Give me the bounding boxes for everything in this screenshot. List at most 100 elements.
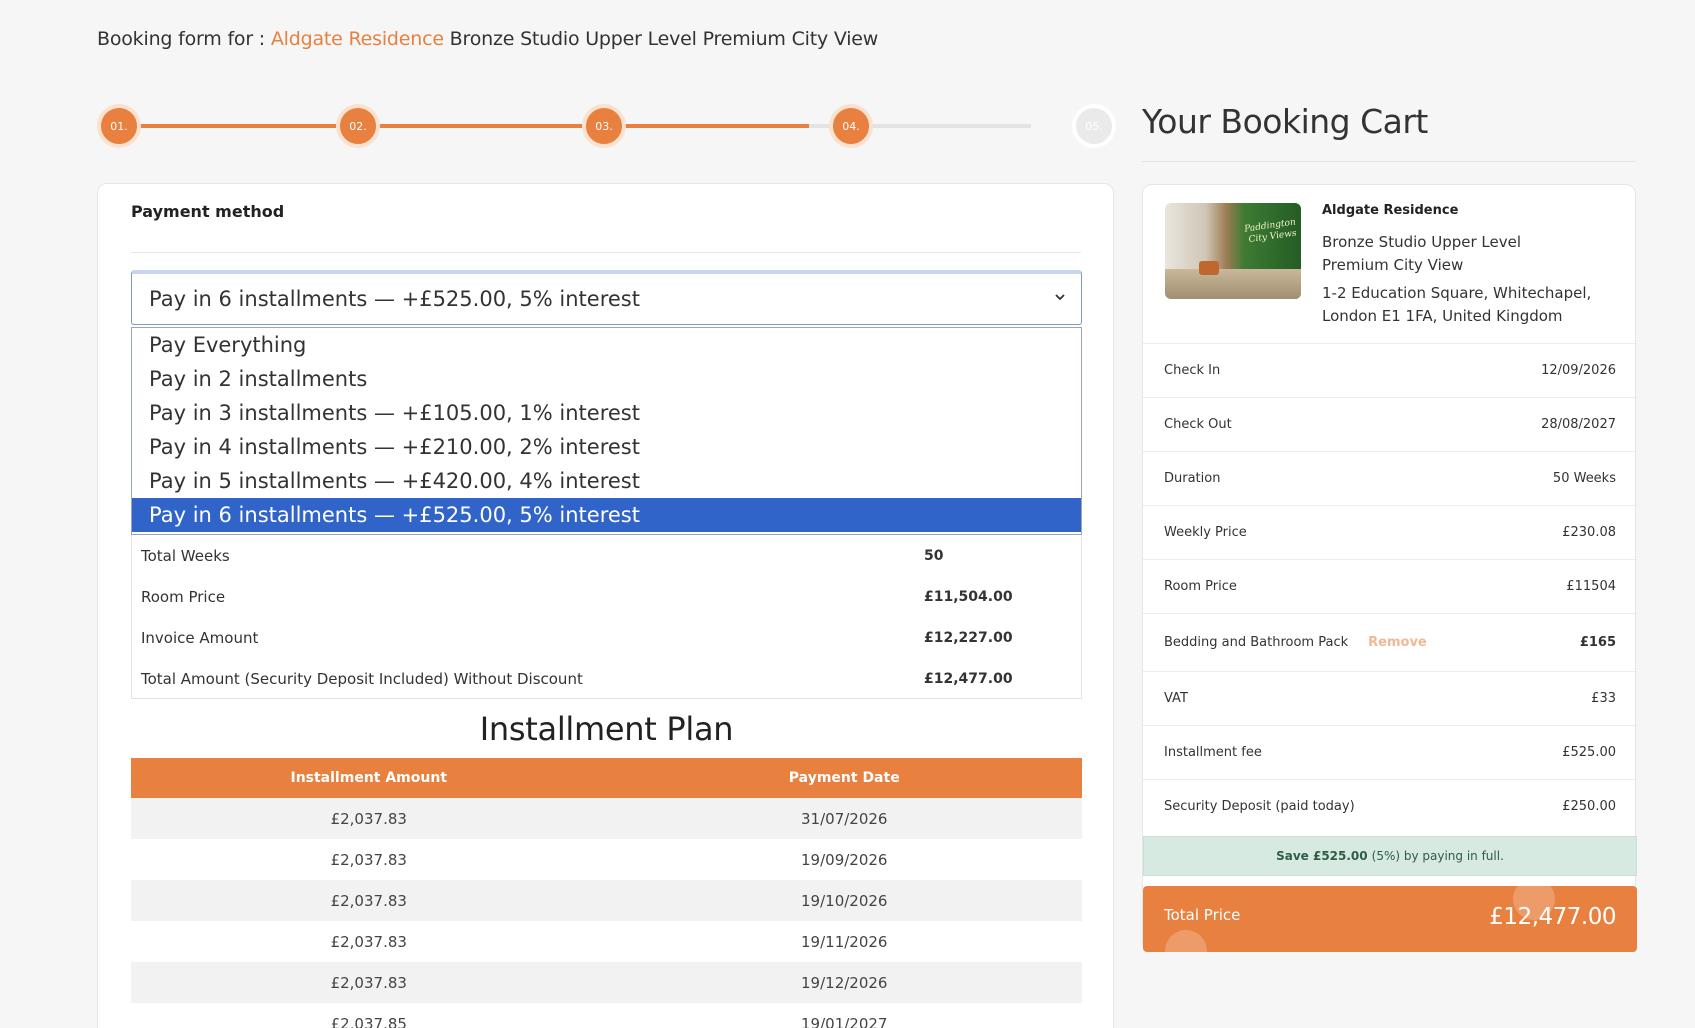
cart-row-label: VAT — [1164, 691, 1188, 706]
heading-room: Bronze Studio Upper Level Premium City V… — [443, 28, 879, 50]
summary-row: Total Amount (Security Deposit Included)… — [132, 658, 1081, 699]
total-price-value: £12,477.00 — [1489, 904, 1616, 930]
summary-value: £11,504.00 — [924, 588, 1013, 605]
cart-row-value: £33 — [1591, 691, 1616, 706]
save-amount: Save £525.00 — [1276, 849, 1368, 863]
payment-method-options: Pay Everything Pay in 2 installments Pay… — [131, 327, 1082, 535]
cart-row-value: 50 Weeks — [1552, 471, 1616, 486]
payment-method-selected: Pay in 6 installments — +£525.00, 5% int… — [149, 287, 640, 311]
payment-option[interactable]: Pay Everything — [132, 328, 1081, 362]
heading-prefix: Booking form for : — [97, 28, 271, 50]
booking-cart: Paddington City Views Aldgate Residence … — [1142, 184, 1637, 952]
cart-row-label: Duration — [1164, 471, 1221, 486]
thumbnail-sign: Paddington City Views — [1243, 217, 1298, 246]
summary-label: Room Price — [141, 587, 226, 606]
step-5[interactable]: 05. — [1072, 104, 1116, 148]
cart-residence-name: Aldgate Residence — [1322, 203, 1459, 218]
cart-row-value: £250.00 — [1562, 799, 1616, 814]
payment-option[interactable]: Pay in 3 installments — +£105.00, 1% int… — [132, 396, 1081, 430]
chevron-down-icon — [1055, 294, 1065, 301]
cart-row-label: Room Price — [1164, 579, 1237, 594]
payment-date: 19/12/2026 — [801, 973, 888, 992]
step-3[interactable]: 03. — [582, 104, 626, 148]
step-2[interactable]: 02. — [336, 104, 380, 148]
installment-amount: £2,037.85 — [330, 1014, 407, 1028]
cart-row-label: Check In — [1164, 363, 1221, 378]
save-notice: Save £525.00 (5%) by paying in full. — [1143, 836, 1637, 876]
payment-date: 31/07/2026 — [801, 809, 888, 828]
installment-plan-table: Installment Amount Payment Date £2,037.8… — [131, 758, 1082, 1028]
cart-row-installment-fee: Installment fee £525.00 — [1143, 725, 1637, 779]
summary-value: 50 — [924, 547, 944, 564]
cart-title-divider — [1142, 161, 1636, 162]
installment-amount: £2,037.83 — [330, 973, 407, 992]
cart-row-check-in: Check In 12/09/2026 — [1143, 343, 1637, 397]
cart-row-label: Installment fee — [1164, 745, 1262, 760]
page-heading: Booking form for : Aldgate Residence Bro… — [97, 28, 878, 50]
cart-row-label: Security Deposit (paid today) — [1164, 799, 1355, 814]
installment-plan-title: Installment Plan — [479, 710, 734, 748]
table-row: £2,037.83 19/12/2026 — [131, 962, 1082, 1003]
cart-row-vat: VAT £33 — [1143, 671, 1637, 725]
cart-address: 1-2 Education Square, Whitechapel, Londo… — [1322, 284, 1592, 325]
step-1[interactable]: 01. — [97, 104, 141, 148]
summary-label: Total Weeks — [141, 546, 230, 565]
total-price-box: Total Price £12,477.00 — [1143, 886, 1637, 952]
booking-stepper: 01. 02. 03. 04. 05. — [97, 104, 1116, 148]
payment-date: 19/09/2026 — [801, 850, 888, 869]
payment-date: 19/01/2027 — [801, 1014, 888, 1028]
table-row: £2,037.83 31/07/2026 — [131, 798, 1082, 839]
cart-row-value: £165 — [1579, 635, 1616, 650]
step-4[interactable]: 04. — [829, 104, 873, 148]
payment-date: 19/10/2026 — [801, 891, 888, 910]
summary-row: Total Weeks 50 — [132, 535, 1081, 576]
room-thumbnail: Paddington City Views — [1165, 203, 1301, 299]
payment-method-select[interactable]: Pay in 6 installments — +£525.00, 5% int… — [131, 270, 1082, 325]
payment-option[interactable]: Pay in 4 installments — +£210.00, 2% int… — [132, 430, 1081, 464]
summary-label: Total Amount (Security Deposit Included)… — [141, 669, 583, 688]
remove-bedding-button[interactable]: Remove — [1368, 635, 1427, 650]
installment-amount: £2,037.83 — [330, 891, 407, 910]
cart-row-value: £230.08 — [1562, 525, 1616, 540]
total-price-label: Total Price — [1164, 906, 1241, 924]
cart-title: Your Booking Cart — [1142, 102, 1428, 141]
installment-amount: £2,037.83 — [330, 932, 407, 951]
table-header: Installment Amount Payment Date — [131, 758, 1082, 798]
cart-row-label: Weekly Price — [1164, 525, 1247, 540]
cart-details: Check In 12/09/2026 Check Out 28/08/2027 D… — [1143, 343, 1637, 833]
cart-row-room-price: Room Price £11504 — [1143, 559, 1637, 613]
cart-row-value: £525.00 — [1562, 745, 1616, 760]
save-text: (5%) by paying in full. — [1371, 849, 1504, 863]
summary-value: £12,477.00 — [924, 670, 1013, 687]
installment-amount: £2,037.83 — [330, 850, 407, 869]
cart-row-bedding-pack: Bedding and Bathroom Pack Remove £165 — [1143, 613, 1637, 671]
cart-row-value: 28/08/2027 — [1541, 417, 1616, 432]
installment-amount: £2,037.83 — [330, 809, 407, 828]
cart-row-value: 12/09/2026 — [1541, 363, 1616, 378]
payment-option[interactable]: Pay in 2 installments — [132, 362, 1081, 396]
summary-row: Room Price £11,504.00 — [132, 576, 1081, 617]
table-row: £2,037.83 19/09/2026 — [131, 839, 1082, 880]
payment-method-title: Payment method — [131, 202, 285, 221]
column-header: Payment Date — [788, 770, 900, 786]
cart-row-value: £11504 — [1566, 579, 1616, 594]
cart-room-name: Bronze Studio Upper Level Premium City V… — [1322, 233, 1522, 274]
payment-card: Payment method Pay in 6 installments — +… — [97, 183, 1114, 1028]
payment-option-selected[interactable]: Pay in 6 installments — +£525.00, 5% int… — [132, 498, 1081, 532]
payment-divider — [131, 252, 1081, 253]
payment-summary: Total Weeks 50 Room Price £11,504.00 Invoi… — [131, 535, 1082, 699]
summary-value: £12,227.00 — [924, 629, 1013, 646]
cart-row-security-deposit: Security Deposit (paid today) £250.00 — [1143, 779, 1637, 833]
table-row: £2,037.85 19/01/2027 — [131, 1003, 1082, 1028]
cart-row-weekly-price: Weekly Price £230.08 — [1143, 505, 1637, 559]
cart-row-duration: Duration 50 Weeks — [1143, 451, 1637, 505]
heading-residence[interactable]: Aldgate Residence — [271, 28, 444, 50]
table-row: £2,037.83 19/10/2026 — [131, 880, 1082, 921]
cart-row-check-out: Check Out 28/08/2027 — [1143, 397, 1637, 451]
cart-row-label: Check Out — [1164, 417, 1232, 432]
summary-row: Invoice Amount £12,227.00 — [132, 617, 1081, 658]
payment-option[interactable]: Pay in 5 installments — +£420.00, 4% int… — [132, 464, 1081, 498]
table-row: £2,037.83 19/11/2026 — [131, 921, 1082, 962]
payment-date: 19/11/2026 — [801, 932, 888, 951]
cart-row-label: Bedding and Bathroom Pack — [1164, 635, 1349, 650]
